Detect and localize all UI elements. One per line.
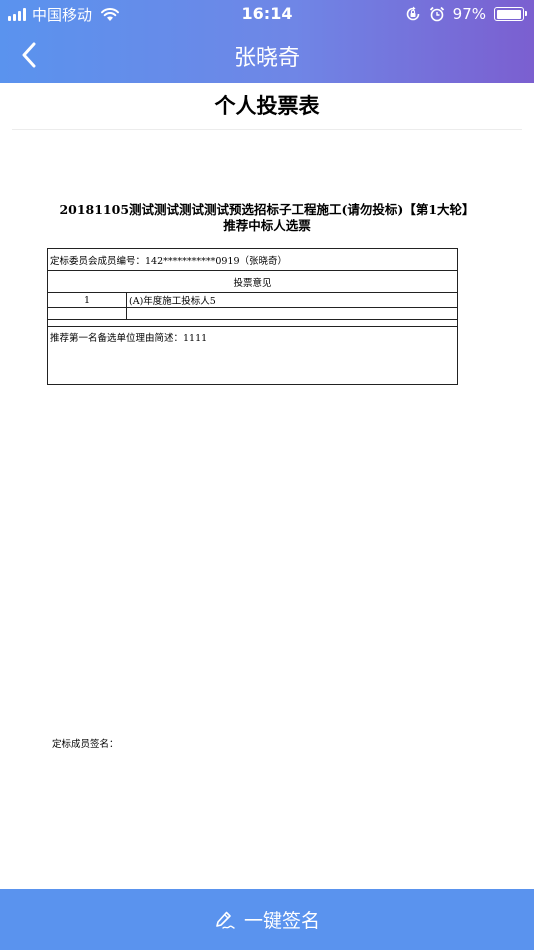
orientation-lock-icon xyxy=(406,6,419,21)
candidate-cell-empty xyxy=(126,307,458,320)
document-title: 20181105测试测试测试测试预选招标子工程施工(请勿投标)【第1大轮】 推荐… xyxy=(0,202,534,234)
ballot-table: 定标委员会成员编号：142***********0919（张晓奇） 投票意见 1… xyxy=(47,248,458,385)
candidate-cell: (A)年度施工投标人5 xyxy=(126,292,458,308)
alarm-icon xyxy=(429,6,444,22)
member-info: 定标委员会成员编号：142***********0919（张晓奇） xyxy=(47,248,458,271)
nav-bar: 张晓奇 xyxy=(0,28,534,83)
reason-cell: 推荐第一名备选单位理由简述：1111 xyxy=(47,326,458,385)
header: 中国移动 16:14 97% 张晓奇 xyxy=(0,0,534,83)
table-row-spacer xyxy=(47,319,458,327)
battery-icon xyxy=(494,7,527,21)
signature-pen-icon xyxy=(216,911,235,929)
reason-row: 推荐第一名备选单位理由简述：1111 xyxy=(47,326,458,385)
rank-cell: 1 xyxy=(47,292,127,308)
one-click-sign-button[interactable]: 一键签名 xyxy=(0,889,534,950)
status-bar: 中国移动 16:14 97% xyxy=(0,0,534,28)
signature-label: 定标成员签名： xyxy=(52,739,119,750)
nav-title: 张晓奇 xyxy=(233,46,300,71)
opinion-header: 投票意见 xyxy=(47,270,458,293)
document-title-line2: 推荐中标人选票 xyxy=(223,218,311,233)
rank-cell-empty xyxy=(47,307,127,320)
document-title-line1: 20181105测试测试测试测试预选招标子工程施工(请勿投标)【第1大轮】 xyxy=(59,202,475,217)
opinion-header-row: 投票意见 xyxy=(47,270,458,293)
table-row: 1 (A)年度施工投标人5 xyxy=(47,292,458,308)
page-title: 个人投票表 xyxy=(12,83,522,130)
status-right: 97% xyxy=(405,4,527,24)
member-info-row: 定标委员会成员编号：142***********0919（张晓奇） xyxy=(47,248,458,271)
sign-button-label: 一键签名 xyxy=(243,910,320,932)
battery-percent: 97% xyxy=(452,5,486,23)
battery-fill xyxy=(496,9,521,19)
spacer-cell xyxy=(47,319,458,327)
table-row-empty xyxy=(47,307,458,320)
